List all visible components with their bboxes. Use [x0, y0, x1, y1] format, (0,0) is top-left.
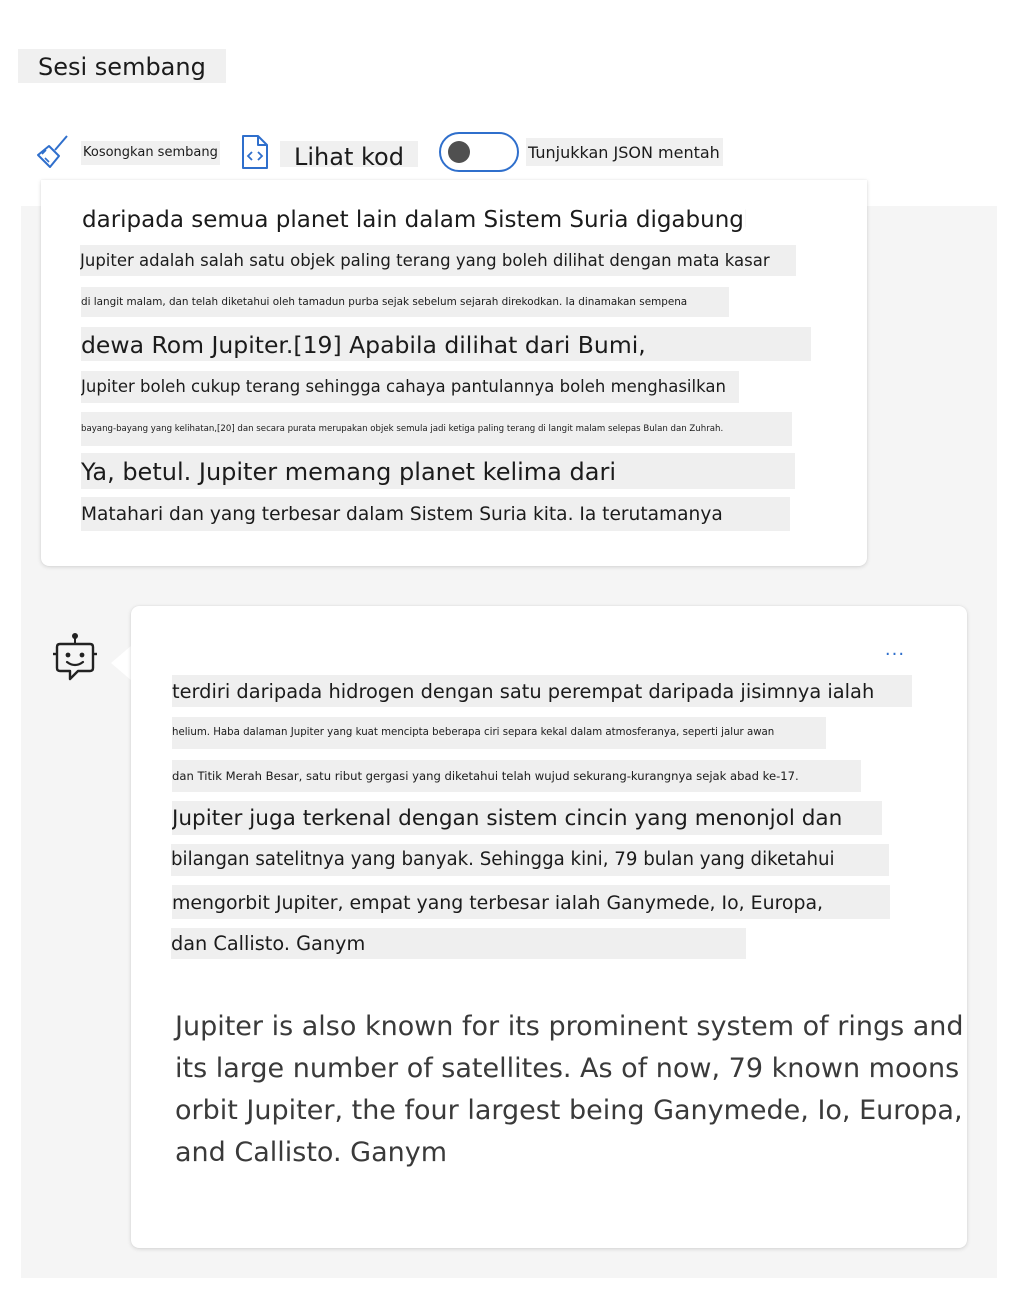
- message-line: Matahari dan yang terbesar dalam Sistem …: [81, 497, 790, 531]
- raw-json-toggle-label: Tunjukkan JSON mentah: [526, 138, 723, 166]
- message-line: bilangan satelitnya yang banyak. Sehingg…: [171, 844, 889, 876]
- message-line: dan Titik Merah Besar, satu ribut gergas…: [172, 760, 861, 792]
- message-line: Jupiter juga terkenal dengan sistem cinc…: [172, 801, 882, 835]
- message-line: Jupiter boleh cukup terang sehingga caha…: [81, 371, 739, 403]
- translated-line: Jupiter is also known for its prominent …: [175, 1011, 964, 1042]
- clear-chat-button[interactable]: Kosongkan sembang: [81, 141, 220, 165]
- raw-json-toggle[interactable]: [439, 132, 519, 172]
- message-line: helium. Haba dalaman Jupiter yang kuat m…: [172, 717, 826, 749]
- message-line: daripada semua planet lain dalam Sistem …: [82, 204, 746, 236]
- message-pointer: [111, 646, 131, 680]
- translated-line: and Callisto. Ganym: [175, 1137, 448, 1168]
- message-line: dan Callisto. Ganym: [171, 928, 746, 959]
- code-file-icon[interactable]: [240, 134, 270, 170]
- translated-line: its large number of satellites. As of no…: [175, 1053, 960, 1084]
- translated-paragraph: Jupiter is also known for its prominent …: [175, 1006, 964, 1174]
- toggle-knob: [448, 141, 470, 163]
- message-line: dewa Rom Jupiter.[19] Apabila dilihat da…: [81, 327, 811, 361]
- translated-line: orbit Jupiter, the four largest being Ga…: [175, 1095, 963, 1126]
- message-line: mengorbit Jupiter, empat yang terbesar i…: [172, 885, 890, 919]
- message-line: Ya, betul. Jupiter memang planet kelima …: [81, 453, 795, 489]
- broom-icon[interactable]: [36, 134, 72, 170]
- more-options-button[interactable]: ...: [880, 636, 910, 664]
- message-line: di langit malam, dan telah diketahui ole…: [81, 287, 729, 317]
- page-title: Sesi sembang: [18, 49, 226, 83]
- message-line: bayang-bayang yang kelihatan,[20] dan se…: [81, 412, 792, 446]
- view-code-button[interactable]: Lihat kod: [280, 141, 418, 171]
- bot-icon: [52, 632, 98, 684]
- message-line: terdiri daripada hidrogen dengan satu pe…: [172, 675, 912, 707]
- message-line: Jupiter adalah salah satu objek paling t…: [80, 245, 796, 276]
